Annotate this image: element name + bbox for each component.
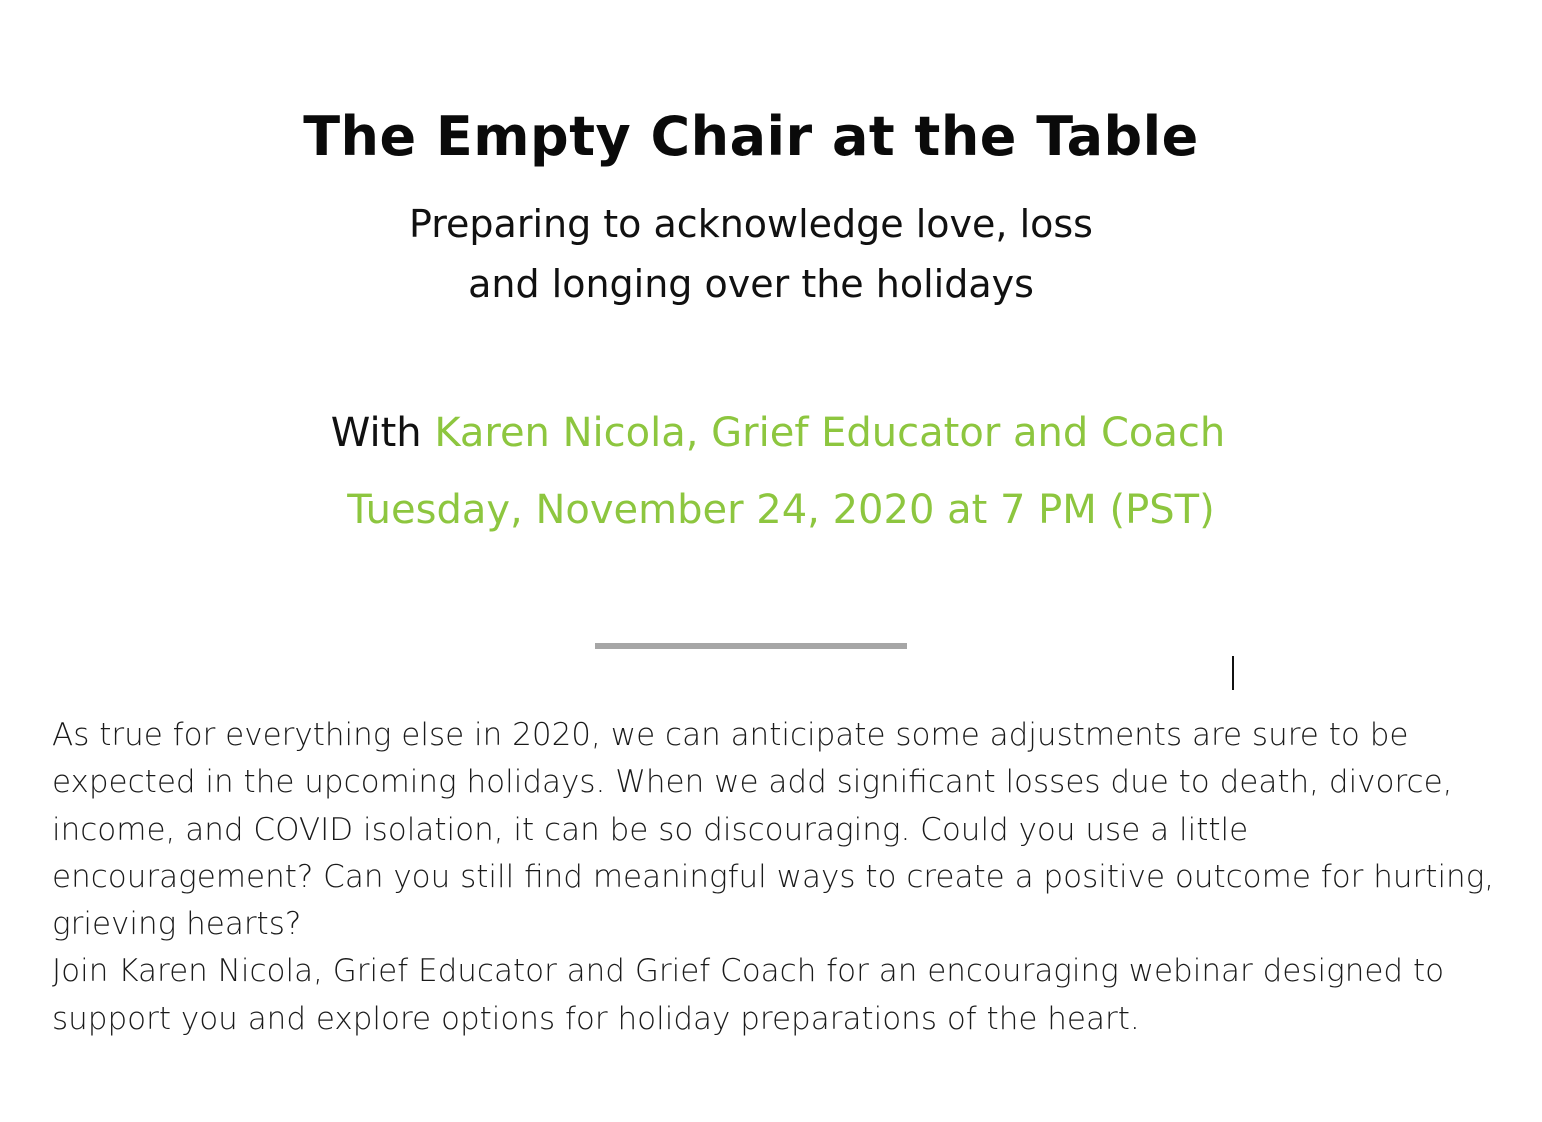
event-datetime: Tuesday, November 24, 2020 at 7 PM (PST): [347, 487, 1215, 533]
description-line: support you and explore options for holi…: [52, 1000, 1140, 1037]
description-line: expected in the upcoming holidays. When …: [52, 764, 1453, 801]
with-prefix: With: [330, 410, 435, 456]
subtitle-line: Preparing to acknowledge love, loss: [409, 202, 1093, 246]
description-line: Join Karen Nicola, Grief Educator and Gr…: [52, 953, 1445, 990]
description-line: income, and COVID isolation, it can be s…: [52, 811, 1249, 848]
event-title: The Empty Chair at the Table: [303, 105, 1199, 168]
description-line: grieving hearts?: [52, 906, 302, 943]
description-line: As true for everything else in 2020, we …: [52, 717, 1409, 753]
subtitle-line: and longing over the holidays: [468, 262, 1034, 306]
presenter-line: With Karen Nicola, Grief Educator and Co…: [0, 405, 1542, 461]
description-line: encouragement? Can you still find meanin…: [52, 858, 1495, 895]
text-cursor[interactable]: [1232, 656, 1234, 690]
presenter-name: Karen Nicola, Grief Educator and Coach: [434, 410, 1226, 456]
section-divider: [595, 643, 907, 649]
page: { "heading": { "title": "The Empty Chair…: [0, 0, 1542, 1122]
event-description: As true for everything else in 2020, we …: [52, 712, 1512, 1043]
event-subtitle: Preparing to acknowledge love, loss and …: [0, 194, 1502, 314]
